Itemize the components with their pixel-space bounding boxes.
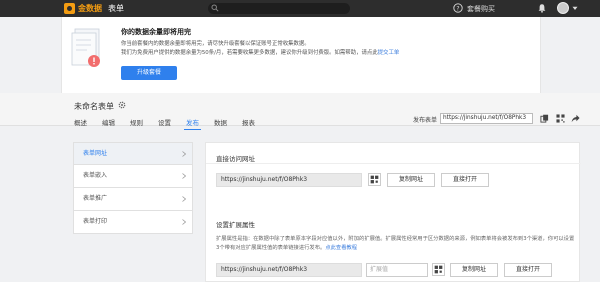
- form-title[interactable]: 未命名表单: [74, 101, 114, 112]
- qrcode-button[interactable]: [368, 173, 381, 186]
- side-item-label: 表单打印: [83, 218, 108, 225]
- svg-text:?: ?: [456, 5, 459, 12]
- side-item-promote[interactable]: 表单推广: [73, 188, 193, 211]
- copy-url-button[interactable]: 复制网址: [387, 173, 435, 187]
- top-navbar: 金数据 表单 ? 套餐购买: [0, 0, 600, 17]
- notice-title: 你的数据余量即将用完: [121, 28, 191, 36]
- gear-icon[interactable]: [118, 101, 126, 109]
- publish-url-field[interactable]: https://jinshuju.net/f/O8Phk3: [440, 113, 533, 124]
- upgrade-plan-button[interactable]: 升级套餐: [121, 66, 177, 80]
- tab-data[interactable]: 数据: [214, 117, 227, 127]
- tab-reports[interactable]: 报表: [242, 117, 255, 127]
- search-input[interactable]: [208, 3, 350, 14]
- divider: [206, 163, 581, 164]
- tab-overview[interactable]: 概述: [74, 117, 87, 127]
- chevron-right-icon: [182, 219, 186, 225]
- nav-forms-link[interactable]: 表单: [108, 3, 124, 14]
- chevron-right-icon: [182, 173, 186, 179]
- search-icon: [211, 4, 219, 12]
- chevron-down-icon[interactable]: [572, 6, 578, 11]
- form-tabs: 概述 编辑 规则 设置 发布 数据 报表: [74, 117, 270, 130]
- avatar[interactable]: [557, 2, 569, 14]
- logo[interactable]: 金数据: [64, 3, 102, 14]
- side-item-print[interactable]: 表单打印: [73, 211, 193, 234]
- help-icon[interactable]: ?: [453, 3, 463, 13]
- logo-icon: [64, 3, 75, 14]
- tab-edit[interactable]: 编辑: [102, 117, 115, 127]
- extension-attr-title: 设置扩展属性: [216, 221, 255, 229]
- notice-line-1: 你当前套餐内的数据余量即将用完，请尽快升级套餐以保证账号正常收集数据。: [121, 41, 310, 47]
- publish-side-menu: 表单网址 表单嵌入 表单推广 表单打印: [73, 142, 193, 234]
- tab-rules[interactable]: 规则: [130, 117, 143, 127]
- side-item-form-url[interactable]: 表单网址: [73, 142, 193, 165]
- document-warning-icon: [71, 28, 100, 67]
- extension-attr-description: 扩展属性是指：在数据中除了表单原本字段对应值以外，附加的扩展值。扩展属性经常用于…: [216, 235, 576, 253]
- qrcode-icon[interactable]: [556, 114, 565, 123]
- tab-settings[interactable]: 设置: [158, 117, 171, 127]
- extension-value-input[interactable]: 扩展值: [366, 263, 428, 277]
- side-item-label: 表单嵌入: [83, 172, 108, 179]
- side-item-label: 表单推广: [83, 195, 108, 202]
- publish-form-label: 发布表单: [413, 117, 438, 124]
- share-icon[interactable]: [571, 114, 580, 123]
- tab-publish[interactable]: 发布: [184, 117, 201, 130]
- submit-ticket-link[interactable]: 提交工单: [378, 50, 400, 56]
- logo-text: 金数据: [78, 4, 102, 13]
- quota-notice: 你的数据余量即将用完 你当前套餐内的数据余量即将用完，请尽快升级套餐以保证账号正…: [61, 17, 541, 93]
- notice-line-2-text: 我们为免费用户提供的数据余量为50条/月，若需要收集更多数据，建议你升级到付费版…: [121, 50, 378, 56]
- extension-url-field[interactable]: https://jinshuju.net/f/O8Phk3: [216, 263, 362, 277]
- qrcode-icon: [370, 175, 379, 184]
- notice-line-2: 我们为免费用户提供的数据余量为50条/月，若需要收集更多数据，建议你升级到付费版…: [121, 49, 521, 58]
- qrcode-button[interactable]: [432, 263, 445, 276]
- form-header: 未命名表单 概述 编辑 规则 设置 发布 数据 报表 发布表单 https://…: [0, 93, 600, 130]
- publish-content-panel: 直接访问网址 https://jinshuju.net/f/O8Phk3 复制网…: [205, 142, 581, 282]
- side-item-embed[interactable]: 表单嵌入: [73, 165, 193, 188]
- notice-body: 你当前套餐内的数据余量即将用完，请尽快升级套餐以保证账号正常收集数据。 我们为免…: [121, 40, 521, 58]
- side-item-label: 表单网址: [83, 150, 108, 157]
- tutorial-link[interactable]: 点此查看教程: [325, 245, 357, 251]
- copy-url-button[interactable]: 复制网址: [450, 263, 498, 277]
- direct-url-title: 直接访问网址: [216, 155, 255, 163]
- chevron-right-icon: [182, 196, 186, 202]
- plan-purchase-link[interactable]: 套餐购买: [467, 4, 495, 14]
- bell-icon[interactable]: [537, 3, 547, 13]
- extension-attr-text: 扩展属性是指：在数据中除了表单原本字段对应值以外，附加的扩展值。扩展属性经常用于…: [216, 236, 575, 251]
- open-url-button[interactable]: 直接打开: [441, 173, 489, 187]
- qrcode-icon: [434, 265, 443, 274]
- open-url-button[interactable]: 直接打开: [504, 263, 552, 277]
- direct-url-field[interactable]: https://jinshuju.net/f/O8Phk3: [216, 173, 362, 187]
- chevron-right-icon: [182, 151, 186, 157]
- copy-icon[interactable]: [540, 114, 549, 123]
